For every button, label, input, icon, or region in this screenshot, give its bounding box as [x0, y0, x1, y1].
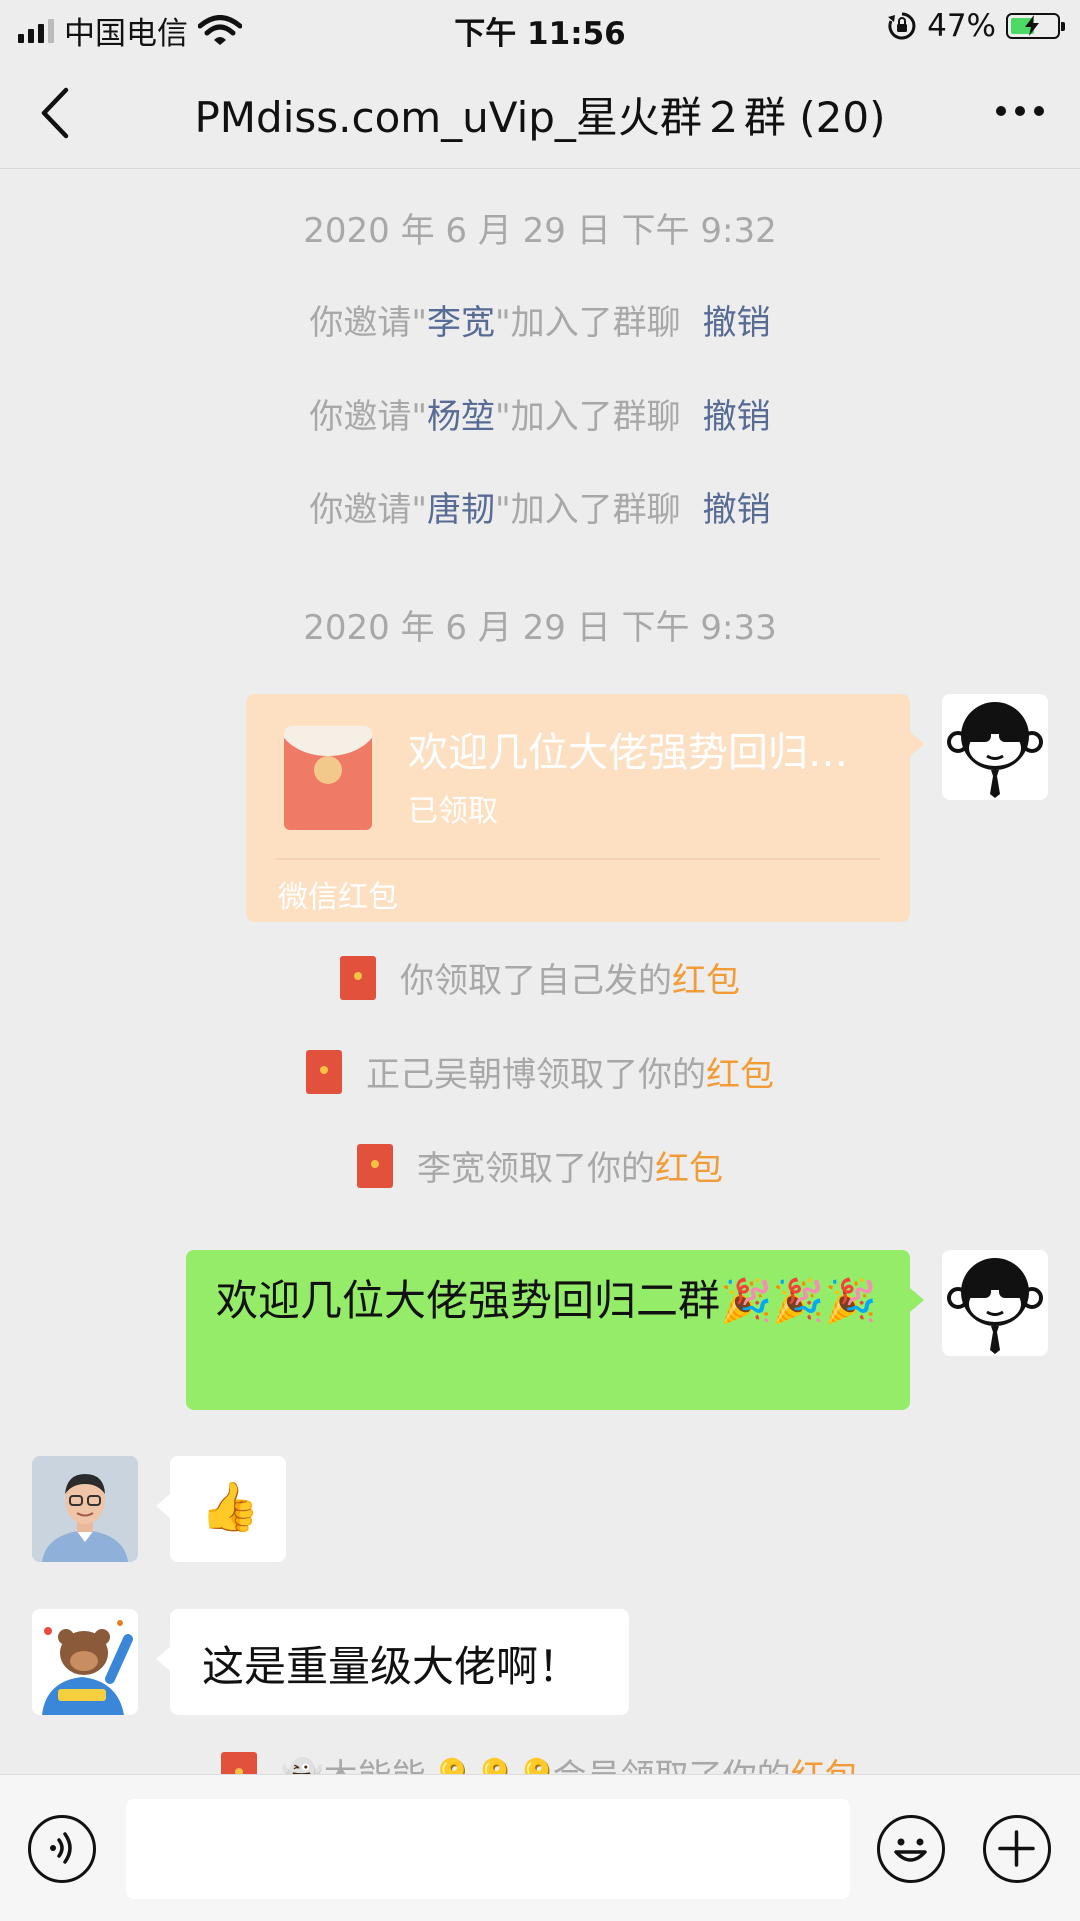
undo-invite-link[interactable]: 撤销	[703, 303, 771, 343]
red-packet-footer: 微信红包	[278, 880, 398, 915]
red-packet-notice: 你领取了自己发的红包	[0, 953, 1080, 1002]
invite-notice: 你邀请"杨堃"加入了群聊 撤销	[309, 397, 771, 437]
chat-title: PMdiss.com_uVip_星火群２群 (20)	[194, 93, 886, 142]
timestamp: 2020 年 6 月 29 日 下午 9:33	[303, 608, 777, 648]
red-packet-notice: 正己吴朝博领取了你的红包	[0, 1047, 1080, 1096]
red-envelope-icon	[357, 1144, 393, 1188]
red-packet-notice: 李宽领取了你的红包	[0, 1141, 1080, 1190]
battery-percent: 47%	[927, 8, 996, 44]
cartoon-avatar-icon	[32, 1609, 138, 1715]
incoming-message-bubble[interactable]: 这是重量级大佬啊！	[156, 1609, 629, 1715]
monkey-avatar-icon	[947, 702, 1043, 798]
undo-invite-link[interactable]: 撤销	[703, 397, 771, 437]
invite-notice: 你邀请"唐韧"加入了群聊 撤销	[309, 490, 771, 530]
rotation-lock-icon	[888, 12, 916, 40]
battery-icon	[1006, 13, 1065, 39]
red-packet-card[interactable]: 欢迎几位大佬强势回归… 已领取 微信红包	[246, 694, 924, 922]
plus-icon[interactable]	[983, 1815, 1051, 1883]
invitee-name-link[interactable]: 李宽	[427, 303, 495, 343]
input-bar	[0, 1774, 1080, 1921]
nav-bar: PMdiss.com_uVip_星火群２群 (20)	[0, 56, 1080, 169]
message-input[interactable]	[126, 1799, 850, 1899]
red-packet-link[interactable]: 红包	[655, 1149, 723, 1189]
red-packet-link[interactable]: 红包	[672, 961, 740, 1001]
chevron-left-icon[interactable]	[36, 86, 76, 140]
incoming-message-bubble[interactable]: 👍	[156, 1456, 286, 1562]
status-right: 47%	[887, 8, 1065, 44]
avatar[interactable]	[942, 694, 1048, 800]
red-packet-divider	[276, 858, 880, 860]
red-packet-status: 已领取	[408, 794, 498, 829]
red-packet-link[interactable]: 红包	[791, 1757, 859, 1774]
more-dots-icon[interactable]	[996, 106, 1044, 116]
status-bar: 中国电信 下午 11:56 47%	[0, 0, 1080, 56]
emoji-icon[interactable]	[877, 1815, 945, 1883]
red-envelope-icon	[306, 1050, 342, 1094]
timestamp: 2020 年 6 月 29 日 下午 9:32	[303, 211, 777, 251]
red-envelope-icon	[221, 1752, 258, 1774]
chat-area[interactable]: 2020 年 6 月 29 日 下午 9:32 你邀请"李宽"加入了群聊 撤销 你…	[0, 169, 1080, 1774]
invitee-name-link[interactable]: 唐韧	[427, 490, 495, 530]
avatar[interactable]	[32, 1456, 138, 1562]
red-packet-notice: 👻木能能🔑🔑🔑会员领取了你的红包	[0, 1749, 1080, 1774]
red-packet-icon	[284, 726, 372, 830]
invitee-name-link[interactable]: 杨堃	[427, 397, 495, 437]
monkey-avatar-icon	[947, 1258, 1043, 1354]
invite-notice: 你邀请"李宽"加入了群聊 撤销	[309, 303, 771, 343]
avatar[interactable]	[942, 1250, 1048, 1356]
avatar[interactable]	[32, 1609, 138, 1715]
red-envelope-icon	[340, 956, 376, 1000]
red-packet-link[interactable]: 红包	[706, 1055, 774, 1095]
red-packet-title: 欢迎几位大佬强势回归…	[408, 730, 848, 776]
voice-icon[interactable]	[28, 1815, 96, 1883]
undo-invite-link[interactable]: 撤销	[703, 490, 771, 530]
outgoing-message-bubble[interactable]: 欢迎几位大佬强势回归二群🎉🎉🎉	[186, 1250, 924, 1410]
person-avatar-icon	[32, 1456, 138, 1562]
